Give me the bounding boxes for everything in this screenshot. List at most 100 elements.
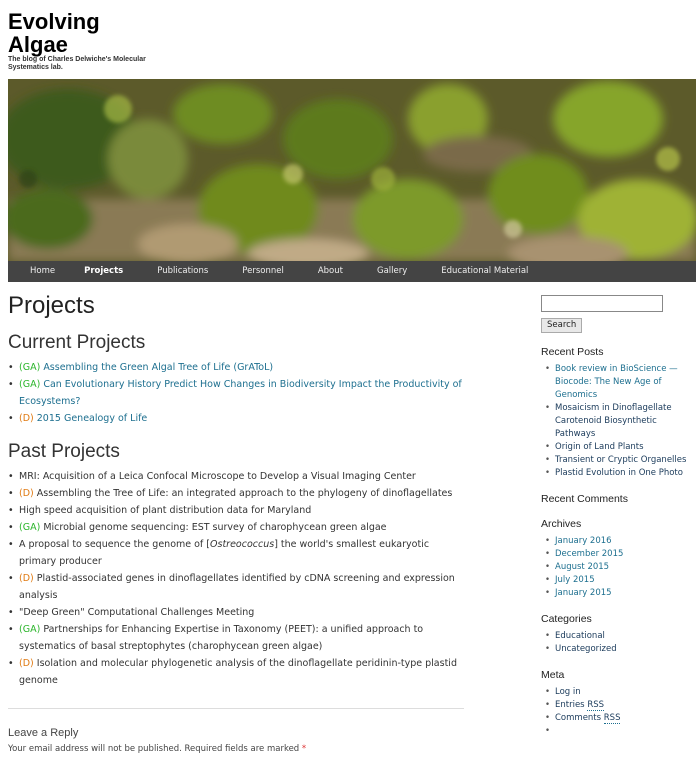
project-text: MRI: Acquisition of a Leica Confocal Mic… [19, 471, 416, 482]
category-link[interactable]: Educational [555, 631, 605, 641]
category-item: Uncategorized [545, 643, 696, 656]
reply-note-text: Your email address will not be published… [8, 744, 300, 754]
sidebar: Search Recent Posts Book review in BioSc… [541, 295, 696, 738]
entries-rss-label: Entries [555, 700, 588, 710]
category-link[interactable]: Uncategorized [555, 644, 617, 654]
project-text: "Deep Green" Computational Challenges Me… [19, 607, 255, 618]
archive-item: January 2016 [545, 535, 696, 548]
project-item: MRI: Acquisition of a Leica Confocal Mic… [8, 468, 468, 485]
recent-posts-list: Book review in BioScience — Biocode: The… [541, 363, 696, 480]
nav-personnel[interactable]: Personnel [225, 261, 301, 282]
comments-rss-abbr: RSS [603, 713, 621, 724]
project-text: Plastid-associated genes in dinoflagella… [19, 573, 455, 601]
archive-link[interactable]: January 2015 [555, 588, 612, 598]
recent-post-item: Origin of Land Plants [545, 441, 696, 454]
project-item: "Deep Green" Computational Challenges Me… [8, 604, 468, 621]
entries-rss-link[interactable]: Entries RSS [555, 700, 605, 711]
current-project-item: (GA) Can Evolutionary History Predict Ho… [8, 376, 468, 410]
project-tag: (D) [19, 573, 34, 584]
current-projects-list: (GA) Assembling the Green Algal Tree of … [8, 359, 468, 427]
recent-comments-title: Recent Comments [541, 493, 628, 505]
recent-post-link[interactable]: Mosaicism in Dinoflagellate Carotenoid B… [555, 403, 672, 439]
project-tag: (GA) [19, 522, 41, 533]
archive-item: July 2015 [545, 574, 696, 587]
project-link[interactable]: 2015 Genealogy of Life [37, 413, 148, 424]
site-title[interactable]: Evolving Algae [8, 10, 148, 56]
project-tag: (D) [19, 488, 34, 499]
nav-about[interactable]: About [301, 261, 360, 282]
meta-item-comments: Comments RSS [545, 712, 696, 725]
nav-educational-material[interactable]: Educational Material [424, 261, 545, 282]
project-tag: (GA) [19, 379, 41, 390]
archive-item: August 2015 [545, 561, 696, 574]
main-navigation: Home Projects Publications Personnel About Ga… [8, 261, 696, 282]
recent-post-item: Mosaicism in Dinoflagellate Carotenoid B… [545, 402, 696, 441]
nav-home[interactable]: Home [8, 261, 67, 282]
reply-note: Your email address will not be published… [8, 744, 306, 754]
recent-post-item: Book review in BioScience — Biocode: The… [545, 363, 696, 402]
recent-post-link[interactable]: Book review in BioScience — Biocode: The… [555, 364, 678, 400]
recent-posts-title: Recent Posts [541, 346, 604, 358]
divider [8, 708, 464, 709]
categories-list: Educational Uncategorized [541, 630, 696, 656]
project-item: High speed acquisition of plant distribu… [8, 502, 468, 519]
category-item: Educational [545, 630, 696, 643]
content-area: Projects Current Projects (GA) Assemblin… [8, 288, 468, 689]
categories-title: Categories [541, 613, 592, 625]
archive-link[interactable]: July 2015 [555, 575, 595, 585]
project-text: High speed acquisition of plant distribu… [19, 505, 312, 516]
project-text-italic: Ostreococcus [210, 539, 275, 550]
meta-item-login: Log in [545, 686, 696, 699]
project-item: (GA) Microbial genome sequencing: EST su… [8, 519, 468, 536]
archive-item: December 2015 [545, 548, 696, 561]
search-input[interactable] [541, 295, 663, 312]
meta-item-entries: Entries RSS [545, 699, 696, 712]
project-tag: (D) [19, 413, 34, 424]
header-banner-image [8, 79, 696, 261]
archives-title: Archives [541, 518, 582, 530]
project-tag: (GA) [19, 362, 41, 373]
recent-post-link[interactable]: Plastid Evolution in One Photo [555, 468, 683, 478]
project-text: Microbial genome sequencing: EST survey … [43, 522, 387, 533]
archive-link[interactable]: August 2015 [555, 562, 609, 572]
project-item: A proposal to sequence the genome of [Os… [8, 536, 468, 570]
login-link[interactable]: Log in [555, 687, 581, 697]
comments-rss-label: Comments [555, 713, 604, 723]
current-project-item: (D) 2015 Genealogy of Life [8, 410, 468, 427]
project-link[interactable]: Assembling the Green Algal Tree of Life … [43, 362, 273, 373]
project-text: Partnerships for Enhancing Expertise in … [19, 624, 424, 652]
meta-list: Log in Entries RSS Comments RSS [541, 686, 696, 738]
nav-projects[interactable]: Projects [67, 261, 140, 282]
recent-post-link[interactable]: Transient or Cryptic Organelles [555, 455, 686, 465]
comments-rss-link[interactable]: Comments RSS [555, 713, 621, 724]
recent-post-item: Transient or Cryptic Organelles [545, 454, 696, 467]
leave-reply-heading: Leave a Reply [8, 727, 79, 739]
recent-post-item: Plastid Evolution in One Photo [545, 467, 696, 480]
past-projects-heading: Past Projects [8, 441, 120, 462]
page-title: Projects [8, 292, 95, 319]
archive-link[interactable]: January 2016 [555, 536, 612, 546]
project-item: (D) Assembling the Tree of Life: an inte… [8, 485, 468, 502]
project-link[interactable]: Can Evolutionary History Predict How Cha… [19, 379, 462, 407]
project-tag: (GA) [19, 624, 41, 635]
archive-link[interactable]: December 2015 [555, 549, 623, 559]
archives-list: January 2016 December 2015 August 2015 July… [541, 535, 696, 600]
recent-post-link[interactable]: Origin of Land Plants [555, 442, 644, 452]
project-text: Isolation and molecular phylogenetic ana… [19, 658, 457, 686]
archive-item: January 2015 [545, 587, 696, 600]
nav-gallery[interactable]: Gallery [360, 261, 424, 282]
project-item: (GA) Partnerships for Enhancing Expertis… [8, 621, 468, 655]
project-tag: (D) [19, 658, 34, 669]
nav-publications[interactable]: Publications [140, 261, 225, 282]
project-text: Assembling the Tree of Life: an integrat… [36, 488, 453, 499]
meta-title: Meta [541, 669, 565, 681]
site-description: The blog of Charles Delwiche's Molecular… [8, 56, 146, 71]
project-item: (D) Plastid-associated genes in dinoflag… [8, 570, 468, 604]
current-projects-heading: Current Projects [8, 332, 146, 353]
current-project-item: (GA) Assembling the Green Algal Tree of … [8, 359, 468, 376]
project-item: (D) Isolation and molecular phylogenetic… [8, 655, 468, 689]
entries-rss-abbr: RSS [587, 700, 605, 711]
past-projects-list: MRI: Acquisition of a Leica Confocal Mic… [8, 468, 468, 689]
required-mark: * [301, 744, 307, 754]
search-button[interactable]: Search [541, 318, 583, 333]
